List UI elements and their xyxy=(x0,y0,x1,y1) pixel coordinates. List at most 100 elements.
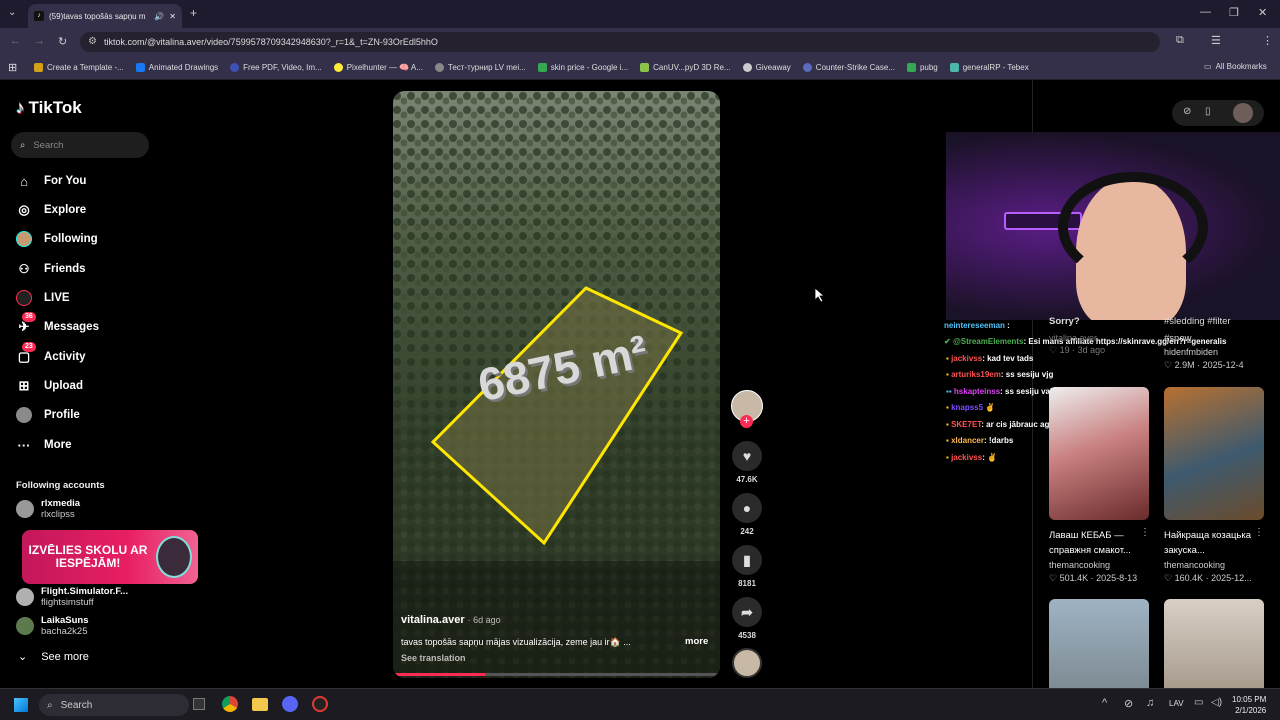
follow-plus-icon[interactable]: + xyxy=(740,415,753,428)
following-account[interactable]: Flight.Simulator.F... flightsimstuff xyxy=(16,586,128,608)
headphones xyxy=(1058,172,1208,282)
nav-more[interactable]: ··· More xyxy=(16,437,72,453)
clock[interactable]: 10:05 PM 2/1/2026 xyxy=(1232,694,1266,716)
bookmark-item[interactable]: CanUV...pyD 3D Re... xyxy=(640,63,731,72)
live-icon xyxy=(16,290,32,306)
recommended-thumbnail[interactable] xyxy=(1049,599,1149,688)
bookmark-item[interactable]: Giveaway xyxy=(742,63,791,72)
task-view-icon[interactable] xyxy=(193,698,205,710)
bookmark-item[interactable]: Create a Template -... xyxy=(34,63,124,72)
speaker-icon[interactable]: 🔊 xyxy=(154,12,164,21)
bookmark-item[interactable]: Тест-турнир LV mei... xyxy=(434,63,526,72)
following-account[interactable]: rlxmedia rlxclipss xyxy=(16,498,80,520)
video-player[interactable]: 6875 m² vitalina.aver · 6d ago tavas top… xyxy=(393,91,720,678)
bookmark-item[interactable]: Pixelhunter — 🧠 A... xyxy=(333,63,423,72)
reload-icon[interactable]: ↻ xyxy=(58,35,67,48)
discord-icon[interactable] xyxy=(282,696,298,712)
tiktok-logo[interactable]: ♪ TikTok xyxy=(16,98,82,118)
extensions-icon[interactable]: ⧉ xyxy=(1176,34,1184,47)
site-info-icon[interactable]: ⚙ xyxy=(88,36,97,47)
tiktok-note-icon: ♪ xyxy=(16,98,25,117)
nav-explore[interactable]: ◎ Explore xyxy=(16,202,86,218)
bookmark-item[interactable]: pubg xyxy=(906,63,938,72)
user-avatar[interactable] xyxy=(1233,103,1253,123)
device-icon[interactable]: ▯ xyxy=(1205,106,1211,117)
see-translation-link[interactable]: See translation xyxy=(401,653,466,663)
card-author[interactable]: themancooking xyxy=(1164,560,1225,570)
media-icon[interactable]: ☰ xyxy=(1211,34,1221,47)
like-button[interactable]: ♥ 47.6K xyxy=(732,441,762,484)
sound-avatar[interactable] xyxy=(732,648,762,678)
tiktok-sidebar: ♪ TikTok ⌕ Search ⌂ For You ◎ Explore Foll… xyxy=(0,80,198,688)
chrome-menu-icon[interactable]: ⋮ xyxy=(1262,34,1273,47)
caption-more-button[interactable]: more xyxy=(685,636,708,647)
recommended-thumbnail[interactable] xyxy=(1164,387,1264,520)
app-taskbar-icon[interactable] xyxy=(312,696,328,712)
minimize-button[interactable]: — xyxy=(1200,6,1211,18)
browser-tab[interactable]: ♪ (59)tavas topošās sapņu m 🔊 ✕ xyxy=(28,4,182,28)
file-explorer-icon[interactable] xyxy=(252,698,268,711)
coin-icon[interactable]: ⊘ xyxy=(1183,106,1191,117)
nav-upload[interactable]: ⊞ Upload xyxy=(16,378,83,394)
bookmark-item[interactable]: Animated Drawings xyxy=(135,63,218,72)
save-button[interactable]: ▮ 8181 xyxy=(732,545,762,588)
messages-badge: 36 xyxy=(22,312,36,322)
maximize-button[interactable]: ❐ xyxy=(1229,6,1239,19)
taskbar-search-input[interactable]: ⌕ Search xyxy=(39,694,189,716)
promo-banner[interactable]: IZVĒLIES SKOLU AR IESPĒJĀM! xyxy=(22,530,198,584)
mouse-cursor-icon xyxy=(815,288,825,302)
chrome-taskbar-icon[interactable] xyxy=(222,696,238,712)
nav-friends[interactable]: ⚇ Friends xyxy=(16,261,86,277)
recommended-thumbnail[interactable] xyxy=(1164,599,1264,688)
card-title[interactable]: Лаваш КЕБАБ — справжня смакот... xyxy=(1049,528,1144,558)
url-field[interactable]: ⚙ tiktok.com/@vitalina.aver/video/759957… xyxy=(80,32,1160,52)
bookmark-favicon-icon xyxy=(135,63,145,72)
nav-live[interactable]: LIVE xyxy=(16,290,70,306)
video-progress-bar[interactable] xyxy=(393,673,720,676)
all-bookmarks-button[interactable]: ▭ All Bookmarks xyxy=(1204,62,1267,71)
tab-close-icon[interactable]: ✕ xyxy=(169,12,176,21)
bookmark-item[interactable]: Counter-Strike Case... xyxy=(802,63,895,72)
following-account[interactable]: LaikaSuns bacha2k25 xyxy=(16,615,89,637)
video-author-link[interactable]: vitalina.aver · 6d ago xyxy=(401,614,501,626)
bookmark-item[interactable]: generalRP - Tebex xyxy=(949,63,1029,72)
volume-icon[interactable]: ◁) xyxy=(1211,697,1222,708)
language-indicator[interactable]: LAV xyxy=(1169,699,1184,708)
chat-line: ▪ jackivss: kad tev tads xyxy=(946,354,1034,363)
comment-icon: ● xyxy=(732,493,762,523)
back-icon[interactable]: ← xyxy=(10,35,21,47)
share-button[interactable]: ➦ 4538 xyxy=(732,597,762,640)
card-title[interactable]: Sorry? xyxy=(1049,316,1080,327)
avatar xyxy=(16,588,34,606)
bookmark-item[interactable]: Free PDF, Video, Im... xyxy=(230,63,322,72)
nav-for-you[interactable]: ⌂ For You xyxy=(16,173,86,189)
card-author[interactable]: vitalina.aver xyxy=(1049,333,1097,343)
card-title[interactable]: #sledding #filter xyxy=(1164,316,1231,327)
search-input[interactable]: ⌕ Search xyxy=(11,132,149,158)
new-tab-button[interactable]: + xyxy=(190,6,197,20)
windows-start-icon[interactable] xyxy=(14,698,28,712)
recommended-thumbnail[interactable] xyxy=(1049,387,1149,520)
comment-button[interactable]: ● 242 xyxy=(732,493,762,536)
bookmark-item[interactable]: skin price - Google i... xyxy=(537,63,628,72)
tab-search-icon[interactable]: ⌄ xyxy=(8,7,16,18)
forward-icon[interactable]: → xyxy=(34,35,45,47)
card-more-icon[interactable]: ⋮ xyxy=(1140,527,1150,538)
close-window-button[interactable]: ✕ xyxy=(1258,6,1267,19)
card-title[interactable]: Найкраща козацька закуска... xyxy=(1164,528,1254,558)
card-more-icon[interactable]: ⋮ xyxy=(1254,527,1264,538)
see-more-button[interactable]: ⌄ See more xyxy=(18,650,89,664)
microphone-icon[interactable]: ♫ xyxy=(1146,697,1154,709)
share-icon: ➦ xyxy=(732,597,762,627)
nav-messages[interactable]: ✈ 36 Messages xyxy=(16,312,99,335)
card-author[interactable]: themancooking xyxy=(1049,560,1110,570)
nav-profile[interactable]: Profile xyxy=(16,407,80,423)
apps-icon[interactable]: ⊞ xyxy=(8,61,17,74)
card-author[interactable]: hidenfmbiden xyxy=(1164,347,1218,357)
tray-chevron-icon[interactable]: ^ xyxy=(1102,697,1107,709)
nav-following[interactable]: Following xyxy=(16,231,98,247)
network-icon[interactable]: ▭ xyxy=(1194,697,1203,708)
tray-app-icon[interactable]: ⊘ xyxy=(1124,697,1133,710)
bookmark-favicon-icon xyxy=(802,63,812,72)
nav-activity[interactable]: ▢ 23 Activity xyxy=(16,342,86,365)
